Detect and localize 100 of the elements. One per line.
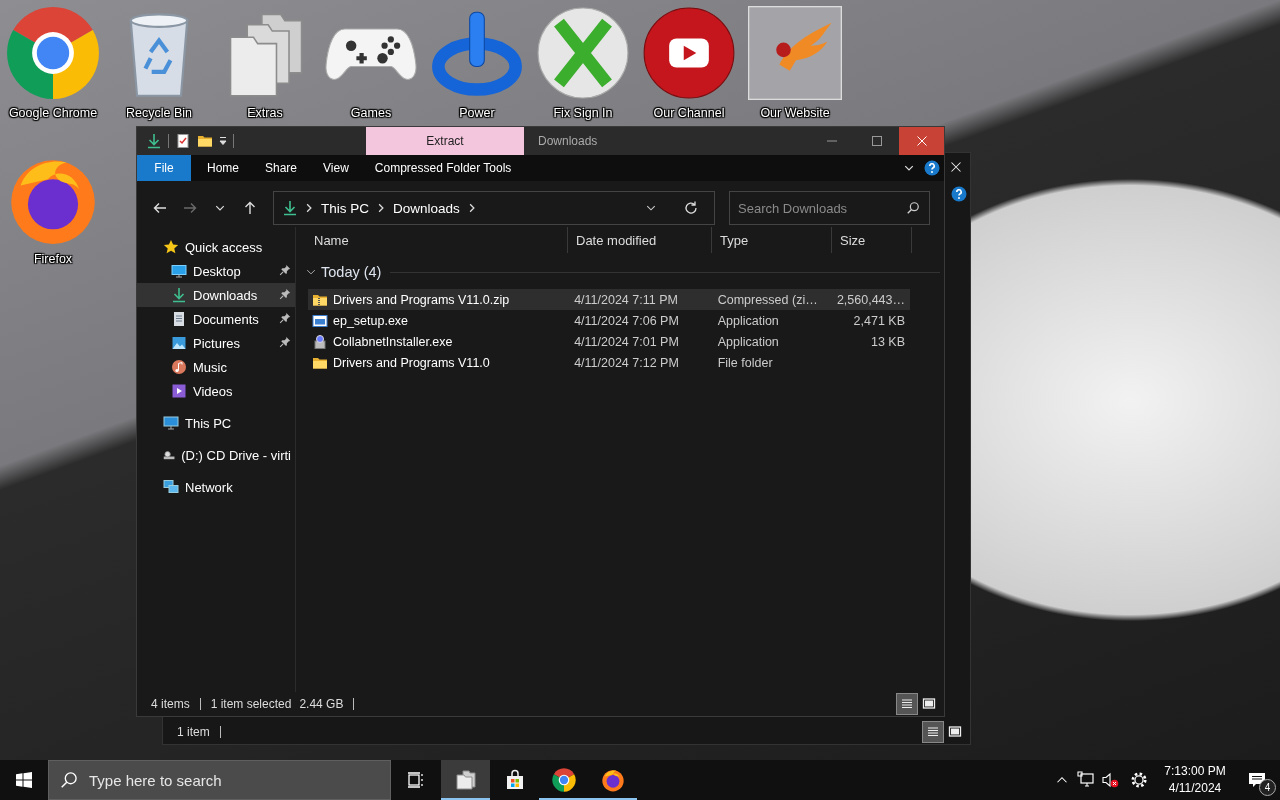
file-row[interactable]: Drivers and Programs V11.0.zip 4/11/2024 7:11 PM Compressed (zi… 2,560,443… bbox=[308, 289, 910, 310]
icon-label[interactable]: Games bbox=[350, 106, 392, 120]
file-size-text: 2,560,443… bbox=[836, 292, 905, 307]
tricolor-ring-icon bbox=[551, 768, 576, 792]
icon-label[interactable]: Firefox bbox=[33, 252, 73, 266]
nav-pane-item[interactable]: Network bbox=[137, 475, 295, 499]
column-header[interactable]: Size bbox=[832, 227, 912, 253]
maximize-icon bbox=[871, 136, 882, 146]
file-name: Drivers and Programs V11.0 bbox=[333, 355, 490, 370]
column-header[interactable]: Type bbox=[712, 227, 832, 253]
chevron-down-icon bbox=[904, 163, 914, 173]
details-view-button[interactable] bbox=[922, 721, 944, 743]
nav-pane-item[interactable]: This PC bbox=[137, 411, 295, 435]
folder-stack-icon bbox=[453, 768, 478, 792]
nav-item-label: Pictures bbox=[193, 335, 240, 351]
taskbar-search-field[interactable]: Type here to search bbox=[48, 760, 391, 800]
notification-count-badge: 4 bbox=[1259, 779, 1276, 796]
notifications-button[interactable]: 4 bbox=[1234, 760, 1280, 800]
ribbon-tab[interactable]: Compressed Folder Tools bbox=[361, 155, 525, 181]
nav-pane-item[interactable]: Videos bbox=[137, 379, 295, 403]
file-name: Drivers and Programs V11.0.zip bbox=[333, 292, 510, 307]
group-header[interactable]: Today (4) bbox=[321, 264, 382, 280]
nav-item-label: This PC bbox=[185, 415, 232, 431]
clock-date: 4/11/2024 bbox=[1168, 780, 1222, 797]
clock[interactable]: 7:13:00 PM 4/11/2024 bbox=[1156, 760, 1234, 800]
tricolor-ring-icon[interactable] bbox=[6, 6, 100, 100]
close-icon bbox=[915, 135, 928, 147]
status-text: 1 item selected bbox=[210, 697, 292, 711]
nav-item-label: Videos bbox=[193, 383, 233, 399]
ribbon-tab[interactable]: View bbox=[310, 155, 362, 181]
file-row[interactable]: Drivers and Programs V11.0 4/11/2024 7:12 PM File folder bbox=[308, 352, 910, 373]
help-icon bbox=[924, 160, 940, 176]
file-row[interactable]: ep_setup.exe 4/11/2024 7:06 PM Application 2,471 KB bbox=[308, 310, 910, 331]
play-button-icon[interactable] bbox=[642, 6, 736, 100]
nav-pane-item[interactable]: Quick access bbox=[137, 235, 295, 259]
clock-time: 7:13:00 PM bbox=[1164, 763, 1226, 780]
context-tab[interactable]: Extract bbox=[366, 127, 524, 155]
column-header[interactable]: Name bbox=[306, 227, 568, 253]
file-size-text: 13 KB bbox=[870, 334, 905, 349]
folder-icon bbox=[197, 133, 213, 149]
nav-pane-item[interactable]: Documents bbox=[137, 307, 295, 331]
chevron-down-icon bbox=[306, 267, 316, 277]
nav-item-label: Documents bbox=[193, 311, 259, 327]
chevron-right-icon bbox=[376, 203, 386, 213]
file-type-text: Compressed (zi… bbox=[717, 292, 818, 307]
ribbon-tab[interactable]: Home bbox=[194, 155, 252, 181]
nav-item-label: Quick access bbox=[185, 239, 263, 255]
date-modified-text: 4/11/2024 7:01 PM bbox=[574, 334, 679, 349]
taskbar-app-button[interactable] bbox=[441, 760, 490, 800]
date-modified-text: 4/11/2024 7:12 PM bbox=[574, 355, 679, 370]
dropdown-caret-icon bbox=[219, 136, 227, 146]
nav-item-label: Music bbox=[193, 359, 227, 375]
search-field[interactable]: Search Downloads bbox=[729, 191, 930, 225]
file-size-text: 2,471 KB bbox=[853, 313, 905, 328]
installer-box-icon bbox=[312, 333, 328, 350]
close-icon bbox=[950, 161, 962, 173]
address-bar[interactable]: This PC Downloads bbox=[273, 191, 715, 225]
window-frame-icon bbox=[921, 696, 937, 712]
breadcrumb-link[interactable]: This PC bbox=[320, 200, 370, 216]
network-icon bbox=[163, 479, 179, 495]
icon-label[interactable]: Our Website bbox=[760, 106, 830, 120]
download-arrow-icon bbox=[282, 200, 298, 216]
icon-label[interactable]: Fix Sign In bbox=[553, 106, 613, 120]
date-modified-text: 4/11/2024 7:11 PM bbox=[574, 292, 678, 307]
details-view-button[interactable] bbox=[896, 693, 918, 715]
icon-label[interactable]: Power bbox=[459, 106, 495, 120]
nav-item-label: Network bbox=[185, 479, 233, 495]
nav-pane-item[interactable]: Downloads bbox=[137, 283, 295, 307]
nav-pane-item[interactable]: Pictures bbox=[137, 331, 295, 355]
application-window-icon bbox=[312, 312, 328, 329]
status-text: 2.44 GB bbox=[299, 697, 344, 711]
arrow-left-icon bbox=[152, 200, 168, 216]
network-monitor-icon bbox=[1077, 771, 1095, 789]
ribbon-tab[interactable]: Share bbox=[252, 155, 311, 181]
arrow-up-icon bbox=[242, 200, 258, 216]
nav-item-label: Desktop bbox=[193, 263, 241, 279]
checklist-icon bbox=[175, 133, 191, 149]
nav-pane-item[interactable]: Music bbox=[137, 355, 295, 379]
refresh-icon bbox=[683, 200, 699, 216]
breadcrumb-link[interactable]: Downloads bbox=[392, 200, 461, 216]
star-icon bbox=[163, 239, 179, 255]
icon-label[interactable]: Extras bbox=[247, 106, 283, 120]
file-row[interactable]: CollabnetInstaller.exe 4/11/2024 7:01 PM Application 13 KB bbox=[308, 331, 910, 352]
nav-pane-item[interactable]: (D:) CD Drive - virti bbox=[137, 443, 295, 467]
four-pane-window-icon bbox=[16, 772, 32, 788]
nav-item-label: (D:) CD Drive - virti bbox=[181, 447, 291, 463]
download-arrow-icon bbox=[146, 133, 162, 149]
x-ball-icon[interactable] bbox=[536, 6, 630, 100]
nav-pane-item[interactable]: Desktop bbox=[137, 259, 295, 283]
search-icon bbox=[906, 201, 920, 215]
icon-label[interactable]: Our Channel bbox=[653, 106, 725, 120]
file-menu-tab[interactable]: File bbox=[137, 155, 191, 181]
settings-icon bbox=[1130, 771, 1148, 789]
search-icon bbox=[60, 771, 78, 789]
file-type-text: Application bbox=[717, 334, 779, 349]
arrow-right-icon bbox=[182, 200, 198, 216]
document-icon bbox=[171, 311, 187, 327]
icon-label[interactable]: Recycle Bin bbox=[126, 106, 192, 120]
column-header[interactable]: Date modified bbox=[568, 227, 712, 253]
computer-icon bbox=[163, 415, 179, 431]
